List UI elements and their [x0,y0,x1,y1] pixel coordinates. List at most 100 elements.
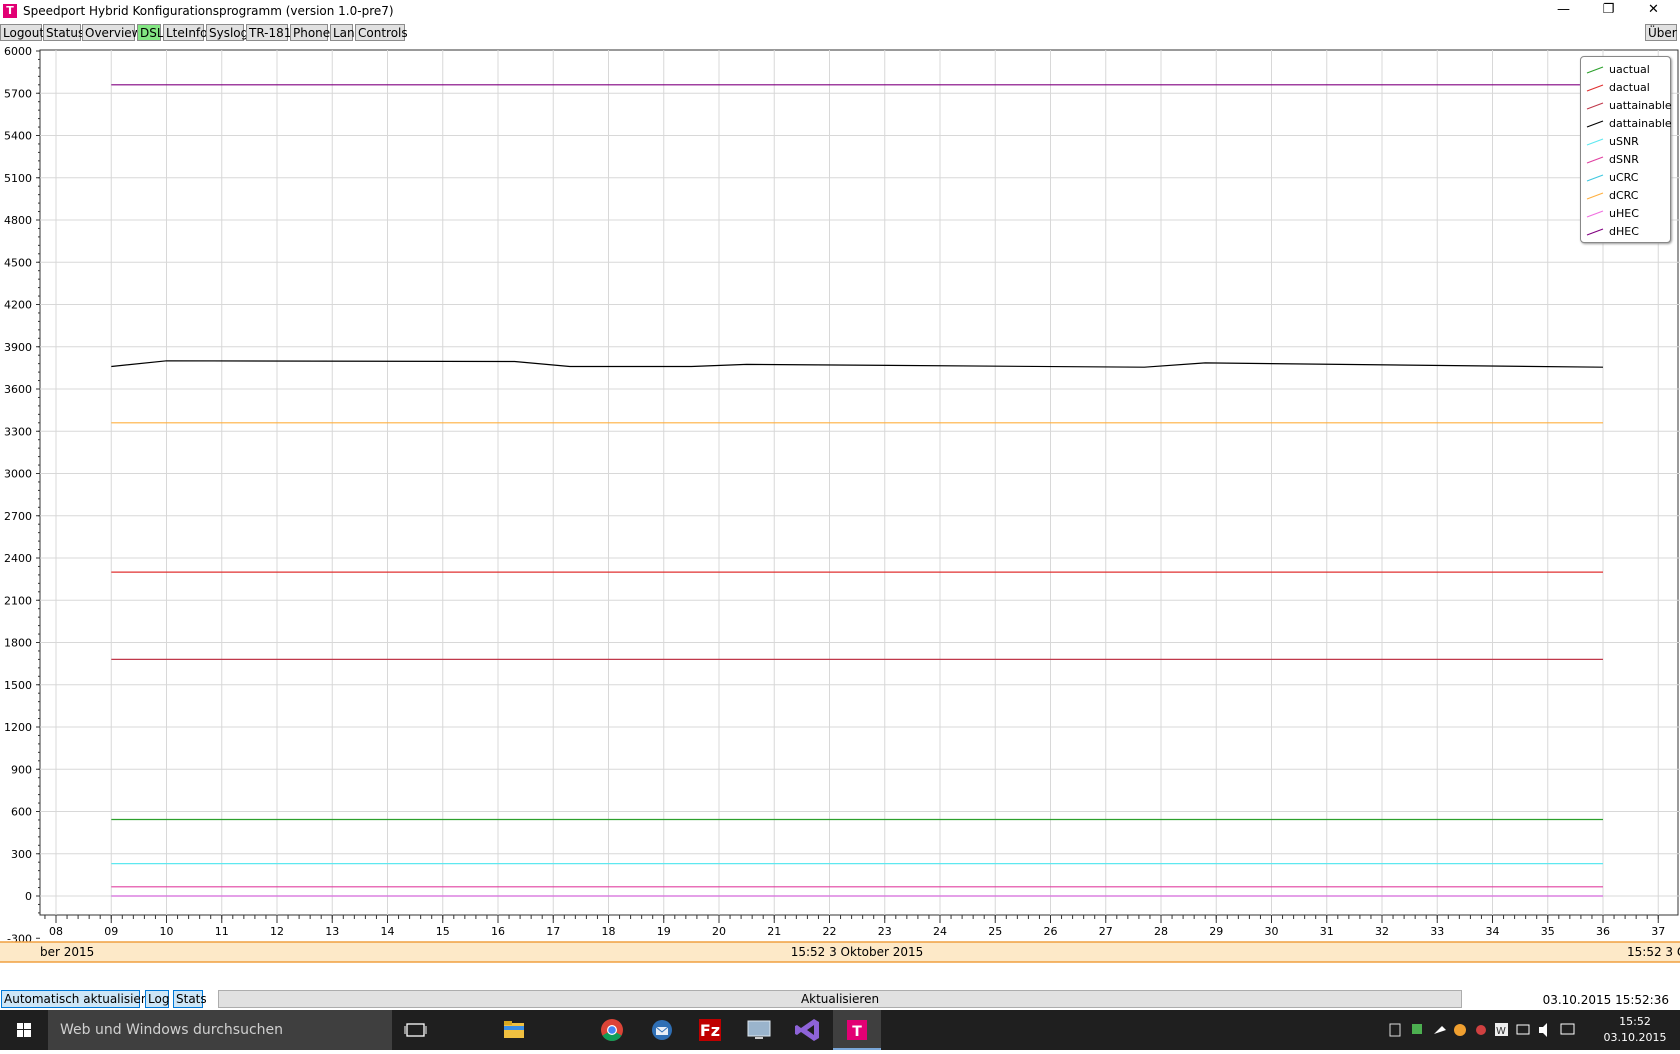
legend-label: dattainable [1609,117,1672,130]
legend-swatch [1586,192,1604,200]
tab-logout[interactable]: Logout [0,24,44,41]
x-tick-label: 32 [1375,925,1389,938]
x-tick-label: 37 [1651,925,1665,938]
close-button[interactable]: ✕ [1631,0,1676,22]
x-tick-label: 24 [933,925,947,938]
tab-phone[interactable]: Phone [290,24,330,41]
y-tick-label: 1500 [4,679,32,692]
toolbar: Logout Status Overview DSL LteInfo Syslo… [0,23,1680,43]
x-tick-label: 20 [712,925,726,938]
x-tick-label: 18 [602,925,616,938]
y-tick-label: 900 [11,763,32,776]
x-tick-label: 15 [436,925,450,938]
chart-grid [39,49,1680,916]
y-tick-label: 3600 [4,383,32,396]
last-update-timestamp: 03.10.2015 15:52:36 [1542,993,1669,1007]
tab-controls[interactable]: Controls [355,24,408,41]
minimize-button[interactable]: — [1541,0,1586,22]
refresh-button[interactable]: Aktualisieren [218,990,1462,1008]
y-tick-label: 5400 [4,130,32,143]
x-tick-label: 33 [1430,925,1444,938]
x-tick-label: 22 [823,925,837,938]
notes-icon [1389,1023,1401,1037]
y-tick-label: 2100 [4,594,32,607]
flag-icon [1434,1026,1446,1034]
visual-studio-button[interactable] [784,1010,832,1050]
chrome-icon [601,1019,623,1041]
task-view-icon [404,1023,427,1037]
tab-dsl[interactable]: DSL [137,24,164,41]
file-explorer-button[interactable] [490,1010,538,1050]
y-tick-label: 2700 [4,510,32,523]
x-tick-label: 14 [381,925,395,938]
legend-swatch [1586,156,1604,164]
y-tick-label: 5100 [4,172,32,185]
chart-legend: uactual dactual uattainable dattainable uSNR… [1580,56,1672,243]
dsl-chart-svg[interactable]: 6000570054005100480045004200390036003300… [0,43,1680,983]
x-tick-label: 21 [767,925,781,938]
y-tick-label: 2400 [4,552,32,565]
legend-label: uattainable [1609,99,1672,112]
about-button[interactable]: Über [1645,24,1677,41]
tab-lteinfo[interactable]: LteInfo [163,24,207,41]
stats-button[interactable]: Stats [173,990,207,1008]
legend-swatch [1586,84,1604,92]
legend-label: uactual [1609,63,1650,76]
folder-icon [504,1021,524,1038]
tab-syslog[interactable]: Syslog [206,24,248,41]
taskbar-search-input[interactable]: Web und Windows durchsuchen [48,1010,392,1050]
date-band-right-label: 15:52 3 Ok [1627,945,1680,959]
bottom-bar: Automatisch aktualisieren Log Stats Aktu… [0,990,1680,1010]
x-tick-label: 26 [1044,925,1058,938]
remote-desktop-button[interactable] [735,1010,783,1050]
tab-lan[interactable]: Lan [330,24,355,41]
legend-label: dCRC [1609,189,1639,202]
volume-icon [1539,1023,1547,1037]
windows-logo-icon [17,1023,31,1037]
chrome-button[interactable] [588,1010,636,1050]
taskbar-clock[interactable]: 15:52 03.10.2015 [1596,1014,1674,1046]
maximize-button[interactable]: ❐ [1586,0,1631,22]
legend-swatch [1586,138,1604,146]
date-axis-band: ber 2015 15:52 3 Oktober 2015 15:52 3 Ok [0,941,1680,963]
y-tick-label: 5700 [4,87,32,100]
tab-status[interactable]: Status [43,24,84,41]
series-dattainable [111,360,1604,368]
svg-text:Fz: Fz [700,1021,720,1040]
tab-overview[interactable]: Overview [82,24,142,41]
x-tick-label: 23 [878,925,892,938]
y-tick-label: 3300 [4,425,32,438]
legend-swatch [1586,120,1604,128]
y-tick-label: 1200 [4,721,32,734]
task-view-button[interactable] [392,1010,440,1050]
thunderbird-button[interactable] [638,1010,686,1050]
x-tick-label: 30 [1265,925,1279,938]
system-tray: W [1386,1010,1596,1050]
x-tick-label: 13 [325,925,339,938]
legend-label: dHEC [1609,225,1639,238]
auto-update-button[interactable]: Automatisch aktualisieren [1,990,160,1008]
windows-start-button[interactable] [0,1010,48,1050]
x-tick-label: 31 [1320,925,1334,938]
tray-icons: W [1389,1023,1575,1037]
windows-taskbar: Web und Windows durchsuchen Fz T W 15:52… [0,1010,1680,1050]
svg-text:W: W [1496,1026,1506,1037]
log-button[interactable]: Log [145,990,169,1008]
x-tick-label: 08 [49,925,63,938]
filezilla-button[interactable]: Fz [686,1010,734,1050]
x-tick-label: 35 [1541,925,1555,938]
y-tick-label: 300 [11,848,32,861]
visual-studio-icon [795,1019,819,1041]
y-tick-label: 1800 [4,637,32,650]
dsl-chart[interactable]: 6000 5700 5400 5100 4800 4500 4200 3900 3600 3300… [0,43,1680,983]
network-icon [1516,1024,1530,1035]
x-tick-label: 12 [270,925,284,938]
y-tick-label: 6000 [4,45,32,58]
title-bar: T Speedport Hybrid Konfigurationsprogram… [0,0,1680,23]
chart-axes: 6000570054005100480045004200390036003300… [4,45,1665,945]
tab-tr181[interactable]: TR-181 [246,24,291,41]
x-tick-label: 11 [215,925,229,938]
y-tick-label: 4800 [4,214,32,227]
telekom-app-taskbar-button[interactable]: T [833,1010,881,1050]
y-tick-label: 0 [25,890,32,903]
